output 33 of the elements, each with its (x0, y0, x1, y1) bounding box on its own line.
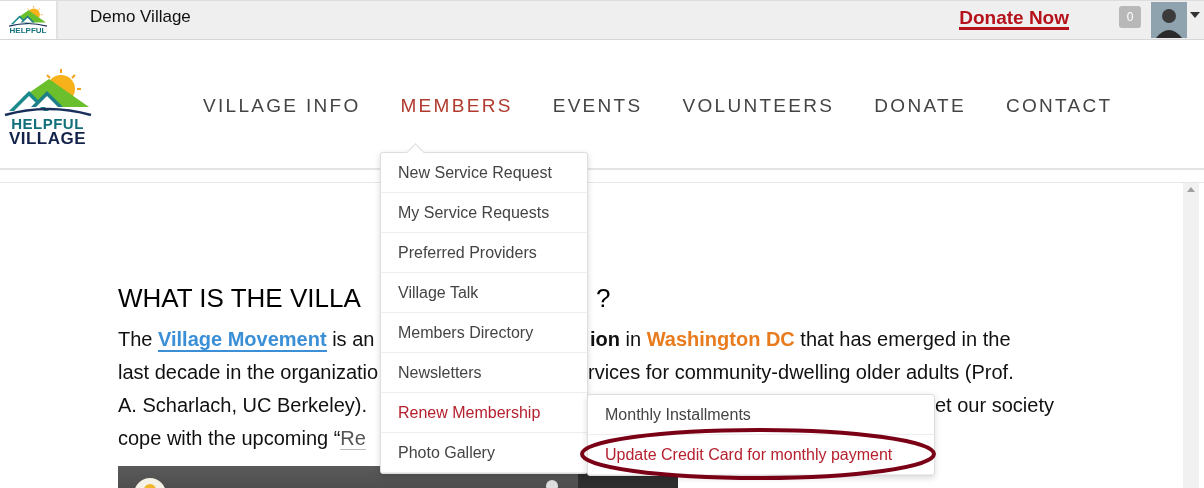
nav-item[interactable]: VILLAGE INFO (203, 95, 361, 117)
donate-link[interactable]: Donate Now (959, 7, 1069, 31)
nav-item[interactable]: VOLUNTEERS (682, 95, 835, 117)
paragraph-text: The Village Movement is an (118, 326, 375, 351)
section-heading: ? (596, 283, 611, 314)
paragraph-text: A. Scharlach, UC Berkeley). (118, 392, 367, 417)
logo-text: HELPFUL (11, 116, 84, 132)
menu-item[interactable]: Monthly Installments (588, 395, 934, 435)
logo-text: HELPFUL (9, 27, 47, 35)
menu-item[interactable]: My Service Requests (381, 193, 587, 233)
logo-icon (8, 5, 48, 27)
scrollbar[interactable] (1183, 183, 1199, 488)
paragraph-link[interactable]: Re (340, 426, 366, 450)
paragraph-text: cope with the upcoming “Re (118, 425, 366, 450)
nav-item[interactable]: MEMBERS (400, 95, 513, 117)
site-name: Demo Village (90, 7, 192, 27)
menu-item[interactable]: Newsletters (381, 353, 587, 393)
logo-icon (2, 66, 93, 117)
paragraph-text: rvices for community-dwelling older adults (Prof. (588, 359, 1014, 384)
paragraph-text: ion in Washington DC that has emerged in the (590, 326, 1011, 351)
avatar-icon[interactable] (1151, 2, 1187, 38)
nav-item[interactable]: DONATE (874, 95, 966, 117)
paragraph-text: last decade in the organizatio (118, 359, 379, 384)
paragraph-text: et our society (935, 392, 1054, 417)
nav-item[interactable]: CONTACT (1005, 95, 1113, 117)
nav-item[interactable]: EVENTS (552, 95, 643, 117)
section-heading: WHAT IS THE VILLA (118, 283, 361, 314)
caret-icon[interactable] (1190, 12, 1200, 18)
logo-text: VILLAGE (8, 131, 87, 148)
menu-item[interactable]: Preferred Providers (381, 233, 587, 273)
menu-item[interactable]: Village Talk (381, 273, 587, 313)
menu-item[interactable]: New Service Request (381, 153, 587, 193)
menu-item[interactable]: Members Directory (381, 313, 587, 353)
